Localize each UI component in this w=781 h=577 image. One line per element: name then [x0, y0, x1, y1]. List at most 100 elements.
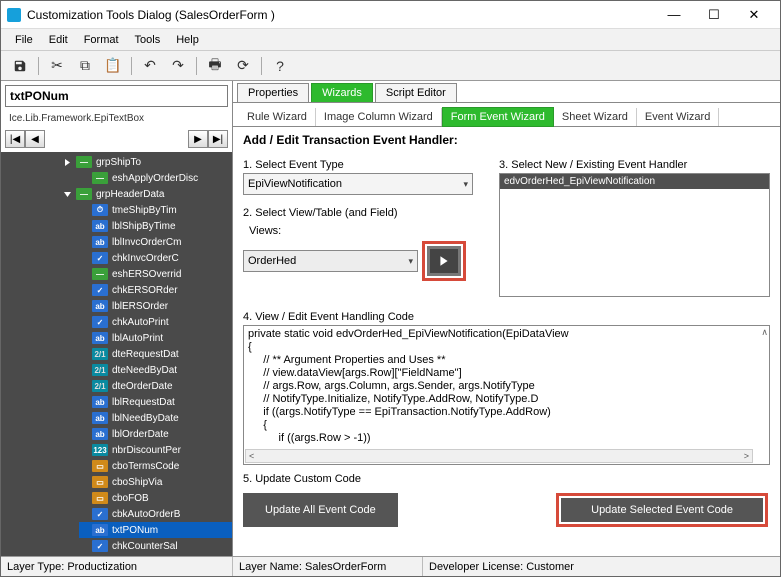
- menu-file[interactable]: File: [9, 32, 39, 48]
- tree-item[interactable]: ablblERSOrder: [79, 298, 232, 314]
- tree-item[interactable]: — eshApplyOrderDisc: [79, 170, 232, 186]
- tree-item[interactable]: ablblShipByTime: [79, 218, 232, 234]
- abl-icon: ab: [92, 396, 108, 408]
- tree-item-label: chkInvcOrderC: [112, 253, 179, 264]
- tree-item[interactable]: ⏱tmeShipByTim: [79, 202, 232, 218]
- copy-icon[interactable]: ⧉: [72, 54, 98, 78]
- update-all-button[interactable]: Update All Event Code: [243, 493, 398, 527]
- tree-item[interactable]: —grpHeaderData: [63, 186, 232, 202]
- tree-item[interactable]: ablblNeedByDate: [79, 410, 232, 426]
- cbo-icon: ▭: [92, 476, 108, 488]
- print-icon[interactable]: 🖶: [202, 54, 228, 78]
- nav-last-icon[interactable]: ▶|: [208, 130, 228, 148]
- tree-item-label: chkCounterSal: [112, 541, 178, 552]
- tab-form-event-wizard[interactable]: Form Event Wizard: [442, 107, 554, 127]
- save-icon[interactable]: [7, 54, 33, 78]
- tree-item-label: lblRequestDat: [112, 397, 175, 408]
- tree-item-label: grpShipTo: [96, 157, 141, 168]
- wizard-tabs: Rule Wizard Image Column Wizard Form Eve…: [233, 103, 780, 127]
- tree-item[interactable]: 2/1dteNeedByDat: [79, 362, 232, 378]
- tab-wizards[interactable]: Wizards: [311, 83, 373, 102]
- handler-listbox[interactable]: edvOrderHed_EpiViewNotification: [499, 173, 770, 297]
- views-value: OrderHed: [248, 255, 296, 267]
- tree-item[interactable]: ▭cboTermsCode: [79, 458, 232, 474]
- tree-item-label: lblERSOrder: [112, 301, 168, 312]
- menu-format[interactable]: Format: [78, 32, 125, 48]
- tree-item[interactable]: ablblInvcOrderCm: [79, 234, 232, 250]
- tree-item[interactable]: ▭cboShipVia: [79, 474, 232, 490]
- tree-item[interactable]: ✓cbkAutoOrderB: [79, 506, 232, 522]
- menubar: File Edit Format Tools Help: [1, 29, 780, 51]
- nbr-icon: 123: [92, 444, 108, 456]
- code-editor[interactable]: private static void edvOrderHed_EpiViewN…: [243, 325, 770, 465]
- nav-next-icon[interactable]: ▶: [188, 130, 208, 148]
- help-icon[interactable]: ?: [267, 54, 293, 78]
- tab-rule-wizard[interactable]: Rule Wizard: [239, 108, 316, 126]
- cbo-icon: ▭: [92, 492, 108, 504]
- tree-item-label: lblInvcOrderCm: [112, 237, 181, 248]
- paste-icon[interactable]: 📋: [100, 54, 126, 78]
- scroll-up-icon[interactable]: ∧: [761, 327, 768, 338]
- tree-item-label: tmeShipByTim: [112, 205, 177, 216]
- tree-item[interactable]: ✓chkAutoPrint: [79, 314, 232, 330]
- update-selected-button[interactable]: Update Selected Event Code: [561, 498, 763, 522]
- tree-item[interactable]: 123nbrDiscountPer: [79, 442, 232, 458]
- undo-icon[interactable]: ↶: [137, 54, 163, 78]
- tree-item[interactable]: ablblOrderDate: [79, 426, 232, 442]
- esh-icon: —: [92, 172, 108, 184]
- tab-sheet-wizard[interactable]: Sheet Wizard: [554, 108, 637, 126]
- redo-icon[interactable]: ↷: [165, 54, 191, 78]
- tab-properties[interactable]: Properties: [237, 83, 309, 102]
- handler-item[interactable]: edvOrderHed_EpiViewNotification: [500, 174, 769, 189]
- tree-item[interactable]: ▭cboFOB: [79, 490, 232, 506]
- scroll-left-icon[interactable]: <: [246, 451, 257, 461]
- close-button[interactable]: ✕: [734, 1, 774, 29]
- dte-icon: 2/1: [92, 380, 108, 392]
- tree-item[interactable]: ablblAutoPrint: [79, 330, 232, 346]
- right-pane: Properties Wizards Script Editor Rule Wi…: [233, 81, 780, 558]
- tree-item[interactable]: ab lblRequestDat: [79, 394, 232, 410]
- layer-name-label: Layer Name:: [239, 561, 302, 573]
- tree-item[interactable]: 2/1dteRequestDat: [79, 346, 232, 362]
- tree-item[interactable]: ✓chkERSORder: [79, 282, 232, 298]
- tree-item-label: lblShipByTime: [112, 221, 176, 232]
- nav-prev-icon[interactable]: ◀: [25, 130, 45, 148]
- cut-icon[interactable]: ✂: [44, 54, 70, 78]
- minimize-button[interactable]: —: [654, 1, 694, 29]
- h-scrollbar[interactable]: <>: [245, 449, 753, 463]
- selected-control-type: Ice.Lib.Framework.EpiTextBox: [5, 111, 228, 126]
- chevron-down-icon: ▾: [408, 256, 413, 267]
- tree-item[interactable]: ✓chkInvcOrderC: [79, 250, 232, 266]
- layer-type-label: Layer Type:: [7, 561, 64, 573]
- tree-item-label: eshApplyOrderDisc: [112, 173, 198, 184]
- views-dropdown[interactable]: OrderHed ▾: [243, 250, 418, 272]
- add-view-button[interactable]: [427, 246, 461, 276]
- chk-icon: ✓: [92, 316, 108, 328]
- maximize-button[interactable]: ☐: [694, 1, 734, 29]
- tab-script-editor[interactable]: Script Editor: [375, 83, 457, 102]
- menu-edit[interactable]: Edit: [43, 32, 74, 48]
- scroll-right-icon[interactable]: >: [741, 451, 752, 461]
- control-tree[interactable]: —grpShipTo — eshApplyOrderDisc —grpHeaderDa…: [1, 152, 232, 558]
- event-type-dropdown[interactable]: EpiViewNotification ▾: [243, 173, 473, 195]
- event-type-value: EpiViewNotification: [248, 178, 342, 190]
- statusbar: Layer Type: Productization Layer Name: S…: [1, 556, 780, 576]
- refresh-icon[interactable]: ⟳: [230, 54, 256, 78]
- tree-item[interactable]: ✓chkCounterSal: [79, 538, 232, 554]
- step3-label: 3. Select New / Existing Event Handler: [499, 159, 770, 171]
- dev-license-label: Developer License:: [429, 561, 523, 573]
- tree-item[interactable]: —grpShipTo: [63, 154, 232, 170]
- tree-item-label: lblAutoPrint: [112, 333, 163, 344]
- tree-item[interactable]: abtxtPONum: [79, 522, 232, 538]
- tab-image-column-wizard[interactable]: Image Column Wizard: [316, 108, 442, 126]
- update-selected-highlight: Update Selected Event Code: [556, 493, 768, 527]
- abl-icon: ab: [92, 412, 108, 424]
- tree-item[interactable]: 2/1dteOrderDate: [79, 378, 232, 394]
- nav-first-icon[interactable]: |◀: [5, 130, 25, 148]
- tree-item[interactable]: —eshERSOverrid: [79, 266, 232, 282]
- menu-help[interactable]: Help: [170, 32, 205, 48]
- toolbar: ✂ ⧉ 📋 ↶ ↷ 🖶 ⟳ ?: [1, 51, 780, 81]
- tree-item-label: cbkAutoOrderB: [112, 509, 180, 520]
- menu-tools[interactable]: Tools: [129, 32, 167, 48]
- tab-event-wizard[interactable]: Event Wizard: [637, 108, 719, 126]
